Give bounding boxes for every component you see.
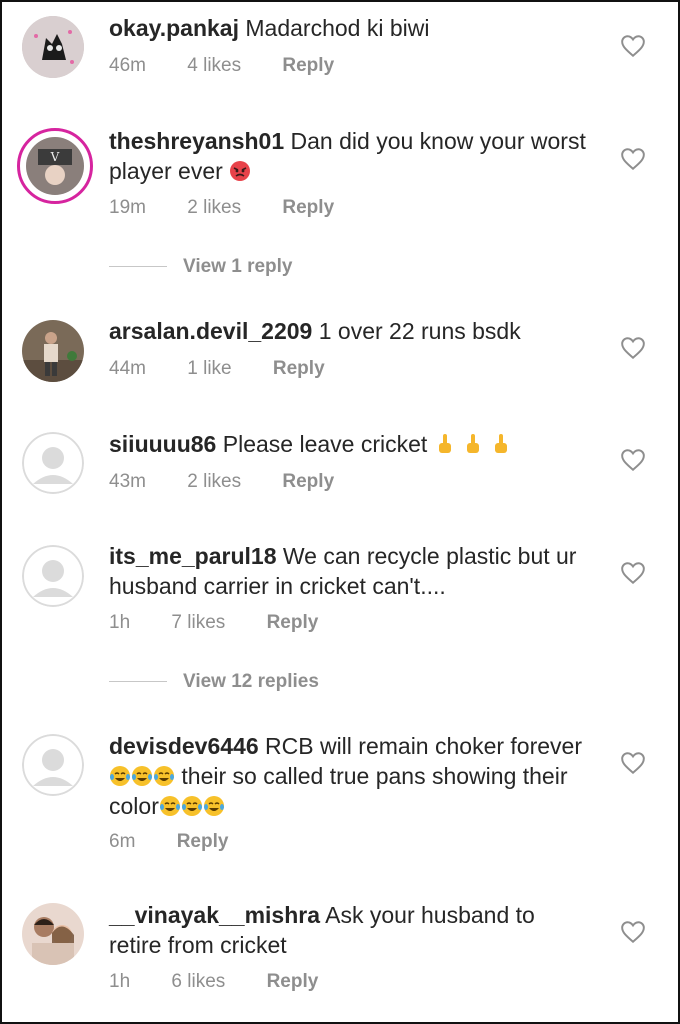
reply-button[interactable]: Reply (282, 55, 334, 77)
comment-meta: 19m 2 likes Reply (109, 197, 370, 219)
avatar[interactable] (22, 903, 84, 965)
middle-finger-emoji (495, 434, 508, 453)
reply-button[interactable]: Reply (282, 197, 334, 219)
angry-face-emoji (230, 161, 251, 181)
tears-of-joy-emoji (159, 796, 180, 816)
like-count[interactable]: 2 likes (187, 197, 241, 219)
like-count[interactable]: 4 likes (187, 55, 241, 77)
username-link[interactable]: its_me_parul18 (109, 543, 276, 569)
like-count[interactable]: 7 likes (171, 612, 225, 634)
timestamp: 44m (109, 358, 146, 379)
like-count[interactable]: 2 likes (187, 471, 241, 493)
avatar[interactable]: V (17, 128, 93, 204)
username-link[interactable]: okay.pankaj (109, 15, 239, 41)
heart-outline-icon[interactable] (620, 34, 646, 58)
comment-text: arsalan.devil_2209 1 over 22 runs bsdk (109, 316, 589, 346)
tears-of-joy-emoji (203, 796, 224, 816)
middle-finger-emoji (467, 434, 480, 453)
timestamp: 19m (109, 197, 146, 218)
reply-button[interactable]: Reply (282, 471, 334, 493)
reply-button[interactable]: Reply (267, 971, 319, 993)
tears-of-joy-emoji (181, 796, 202, 816)
avatar[interactable] (22, 320, 84, 382)
heart-outline-icon[interactable] (620, 920, 646, 944)
heart-outline-icon[interactable] (620, 336, 646, 360)
heart-outline-icon[interactable] (620, 561, 646, 585)
comment-meta: 1h 6 likes Reply (109, 971, 354, 993)
heart-outline-icon[interactable] (620, 147, 646, 171)
avatar[interactable] (22, 16, 84, 78)
divider-line (109, 266, 167, 268)
timestamp: 6m (109, 831, 136, 852)
comment-body-part-a: RCB will remain choker forever (265, 733, 582, 759)
comment-meta: 1h 7 likes Reply (109, 612, 354, 634)
comment-meta: 46m 4 likes Reply (109, 55, 370, 77)
reply-button[interactable]: Reply (273, 358, 325, 380)
comment-text: okay.pankaj Madarchod ki biwi (109, 13, 589, 43)
tears-of-joy-emoji (132, 766, 152, 786)
tears-of-joy-emoji (110, 766, 130, 786)
comment-text: __vinayak__mishra Ask your husband to re… (109, 900, 589, 960)
comments-list: okay.pankaj Madarchod ki biwi 46m 4 like… (0, 0, 680, 1024)
comment-text: devisdev6446 RCB will remain choker fore… (109, 731, 589, 821)
divider-line (109, 681, 167, 683)
comment-body: Madarchod ki biwi (245, 15, 430, 41)
heart-outline-icon[interactable] (620, 751, 646, 775)
comment-meta: 44m 1 like Reply (109, 358, 361, 380)
comment-meta: 43m 2 likes Reply (109, 471, 370, 493)
view-replies-button[interactable]: View 1 reply (109, 256, 293, 278)
comment-meta: 6m Reply (109, 831, 264, 853)
username-link[interactable]: devisdev6446 (109, 733, 259, 759)
tears-of-joy-emoji (154, 766, 174, 786)
comment-text: siiuuuu86 Please leave cricket (109, 429, 589, 459)
reply-button[interactable]: Reply (267, 612, 319, 634)
svg-text:V: V (50, 150, 60, 164)
username-link[interactable]: theshreyansh01 (109, 128, 284, 154)
username-link[interactable]: arsalan.devil_2209 (109, 318, 312, 344)
comment-text: theshreyansh01 Dan did you know your wor… (109, 126, 589, 186)
avatar-placeholder[interactable] (22, 545, 84, 607)
like-count[interactable]: 1 like (187, 358, 231, 380)
avatar-placeholder[interactable] (22, 734, 84, 796)
timestamp: 1h (109, 612, 131, 633)
reply-button[interactable]: Reply (177, 831, 229, 853)
timestamp: 46m (109, 55, 146, 76)
comment-text: its_me_parul18 We can recycle plastic bu… (109, 541, 589, 601)
avatar-placeholder[interactable] (22, 432, 84, 494)
username-link[interactable]: __vinayak__mishra (109, 902, 320, 928)
timestamp: 43m (109, 471, 146, 492)
username-link[interactable]: siiuuuu86 (109, 431, 216, 457)
view-replies-button[interactable]: View 12 replies (109, 671, 319, 693)
middle-finger-emoji (438, 434, 451, 453)
comment-body: Please leave cricket (222, 431, 428, 457)
timestamp: 1h (109, 971, 131, 992)
comment-body: 1 over 22 runs bsdk (318, 318, 521, 344)
heart-outline-icon[interactable] (620, 448, 646, 472)
like-count[interactable]: 6 likes (171, 971, 225, 993)
